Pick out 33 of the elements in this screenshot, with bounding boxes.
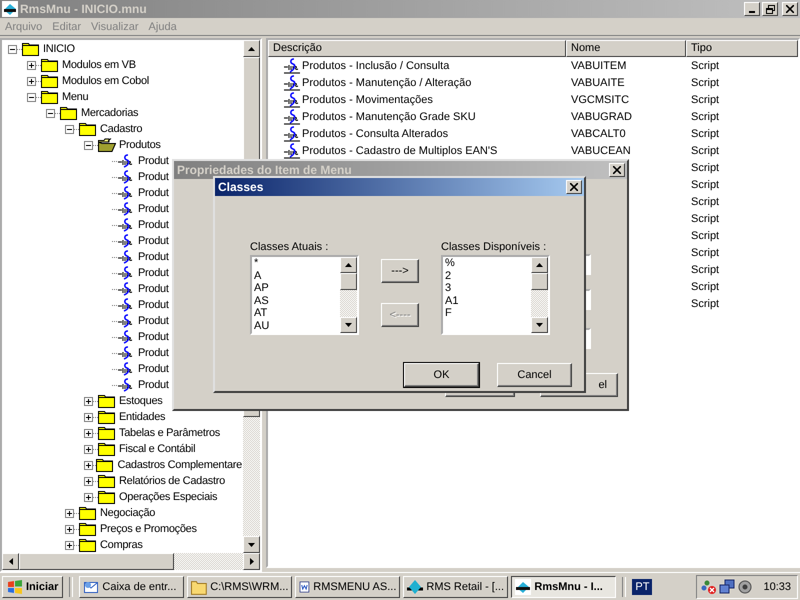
table-cell: Script (691, 264, 720, 276)
table-cell: VABCALT0 (571, 128, 626, 140)
table-cell: Script (691, 298, 720, 310)
table-cell: Script (691, 60, 720, 72)
dialog-title: Classes (218, 180, 264, 194)
table-cell: Script (691, 94, 720, 106)
table-cell: Script (691, 76, 720, 88)
table-cell: Produtos - Cadastro de Multiplos EAN'S (302, 144, 498, 156)
table-cell: Produtos - Movimentações (302, 94, 433, 106)
table-cell: Script (691, 110, 720, 122)
table-cell: Script (691, 144, 720, 156)
dialog-title: Propriedades do Item de Menu (177, 163, 353, 177)
window-title: RmsMnu - INICIO.mnu (20, 2, 148, 16)
table-cell: Produtos - Manutenção / Alteração (302, 76, 472, 88)
table-cell: Script (691, 162, 720, 174)
list-label: Classes Atuais : (250, 241, 330, 253)
clock: 10:33 (763, 580, 791, 592)
table-cell: Script (691, 212, 720, 224)
table-cell: Produtos - Consulta Alterados (302, 128, 448, 140)
table-cell: Produtos - Manutenção Grade SKU (302, 110, 476, 122)
table-cell: VGCMSITC (571, 94, 630, 106)
list-label: Classes Disponíveis : (441, 241, 548, 253)
table-cell: Script (691, 246, 720, 258)
table-cell: Script (691, 128, 720, 140)
table-cell: Script (691, 230, 720, 242)
table-cell: VABUCEAN (571, 144, 631, 156)
table-cell: VABUAITE (571, 76, 625, 88)
table-cell: VABUGRAD (571, 110, 632, 122)
table-cell: Script (691, 178, 720, 190)
table-cell: Script (691, 280, 720, 292)
table-cell: Script (691, 196, 720, 208)
table-cell: VABUITEM (571, 60, 626, 72)
table-cell: Produtos - Inclusão / Consulta (302, 60, 450, 72)
